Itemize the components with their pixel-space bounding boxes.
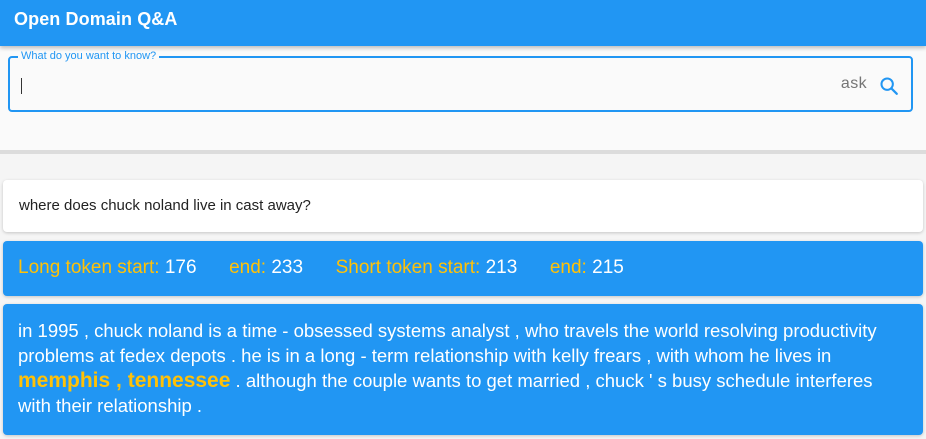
long-token-end-value: 233 xyxy=(271,257,304,278)
app-title: Open Domain Q&A xyxy=(14,9,178,29)
search-icon[interactable] xyxy=(878,75,900,97)
short-token-end-label: end: xyxy=(549,257,587,278)
search-section: What do you want to know? ask xyxy=(0,46,926,150)
answer-text: in 1995 , chuck noland is a time - obses… xyxy=(18,318,908,418)
short-token-start-value: 213 xyxy=(485,257,518,278)
search-field[interactable]: What do you want to know? ask xyxy=(8,49,913,112)
token-card: Long token start: 176 end: 233 Short tok… xyxy=(3,241,923,296)
question-text: where does chuck noland live in cast awa… xyxy=(19,197,311,214)
answer-card: in 1995 , chuck noland is a time - obses… xyxy=(3,304,923,435)
long-token-end-label: end: xyxy=(229,257,267,278)
short-token-end-value: 215 xyxy=(592,257,624,278)
results-area: where does chuck noland live in cast awa… xyxy=(0,154,926,439)
question-card: where does chuck noland live in cast awa… xyxy=(3,180,923,232)
long-token-start-value: 176 xyxy=(164,257,197,278)
ask-button[interactable]: ask xyxy=(841,75,867,93)
search-input[interactable] xyxy=(22,72,826,100)
app-bar: Open Domain Q&A xyxy=(0,0,926,46)
token-row: Long token start: 176 end: 233 Short tok… xyxy=(18,257,624,279)
long-token-start-label: Long token start: xyxy=(18,257,160,278)
answer-highlight: memphis , tennessee xyxy=(18,369,231,392)
search-field-label: What do you want to know? xyxy=(18,49,160,63)
short-token-start-label: Short token start: xyxy=(335,257,481,278)
answer-text-before: in 1995 , chuck noland is a time - obses… xyxy=(18,320,877,366)
